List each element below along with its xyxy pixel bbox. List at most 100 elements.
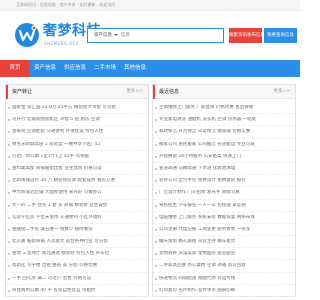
nav-item-second-hand[interactable]: 二手市场 [90,60,120,77]
list-item[interactable]: 高新区 写字楼 出租 整层 或 分割 价格优惠 [6,260,148,273]
list-item-link[interactable]: 宠物寄养 洗澡美容 宠物医院 疫苗驱虫 [159,251,289,257]
panel-title: 资产转让 [6,85,36,99]
bullet-icon [8,204,10,207]
list-item[interactable]: 婚庆策划 婚礼跟拍 司仪主持 婚车租赁 [153,236,295,249]
list-item[interactable]: 可开行 北城商圈宽松区 单套 5 层 厨房 空调 [6,114,148,127]
query-button[interactable]: 我要查询信息 [264,28,297,43]
list-item-link[interactable]: 商住两用公寓 40 平 投资自住皆宜 带租约 [12,288,142,294]
nav-item-label: 二手市场 [93,65,116,71]
list-item-link[interactable]: 高新区 写字楼 出租 整层 或 分割 价格优惠 [12,263,142,269]
site-logo[interactable]: 奢梦科技 SHEMENG.KEJI [14,22,101,48]
list-item[interactable]: 搬家公司 居民搬家 公司搬迁 长途搬运 专业可靠 [153,139,295,151]
list-item-link[interactable]: 婚庆策划 婚礼跟拍 司仪主持 婚车租赁 [159,239,289,245]
list-item-link[interactable]: 电脑维修 上门服务 系统安装 数据恢复 网络布线 [159,215,289,221]
bullet-icon [8,119,10,122]
list-item[interactable]: 北京路 临街商铺 人流量大 适合各种行业 可分割 [6,236,148,249]
list-item[interactable]: 家政保洁 开荒保洁 日常保洁 擦玻璃 价格实惠 [153,126,295,139]
list-item[interactable]: 广告设计制作 门头招牌 发光字 喷绘写真 [153,187,295,200]
panel-header: 资产转让 更多>> [6,85,148,99]
more-link[interactable]: 更多>> [273,85,290,99]
list-item[interactable]: 北新南城首付 30 万 精装修房源 配套成熟 看房方便 [6,175,148,188]
panel-title: 最近信息 [153,85,183,99]
list-item[interactable]: 金地 三室两厅 南北通透 精装修 拎包入住 带车位 [6,248,148,261]
nav-item-label: 首页 [9,65,21,71]
list-item[interactable]: 商住两用公寓 40 平 投资自住皆宜 带租约 [6,285,148,297]
list-item-link[interactable]: 管道疏通 马桶疏通 下水道 化粪池清理 [159,166,289,172]
list-item-link[interactable]: 打印复印 名片制作 宣传单页 画册印刷 [159,288,289,294]
bullet-icon [155,155,157,158]
list-item[interactable]: 财务东新城高层 2 房房型 一楼共享小区门口 [6,139,148,151]
list-item-link[interactable]: 可开行 北城商圈宽松区 单套 5 层 厨房 空调 [12,117,142,123]
nav-item-assets[interactable]: 资产信息 [30,60,60,77]
list-item-link[interactable]: 金科集美郡 商铺临街出售 业主急售 价格可谈 [12,166,142,172]
list-item[interactable]: 快递物流 同城配送 跑腿代办 货运专线 [153,273,295,285]
search-button-label: 搜索资讯发布信息 [229,33,265,38]
list-item-link[interactable]: 北新南城首付 30 万 精装修房源 配套成熟 看房方便 [12,178,142,184]
list-item-link[interactable]: 金泰苑 空调配套 交通便利 环境优美 拎包入住 [12,129,142,135]
list-item[interactable]: 公司注册 代理记账 工商变更 税务筹划 一条龙 [153,224,295,237]
bullet-icon [8,143,10,146]
query-button-label: 我要查询信息 [267,33,294,38]
list-item-link[interactable]: 广告设计制作 门头招牌 发光字 喷绘写真 [159,190,289,196]
list-item[interactable]: 驾校招生 学车报名 一人一车 包接送 拿证快 [153,200,295,212]
bullet-icon [155,131,157,134]
list-item-link[interactable]: 中大商城近店铺 大面积使用 采光好 可做办公 [12,190,142,196]
list-item-link[interactable]: 实验学区房 学位未使用 交通便利 小区环境好 [12,215,142,221]
bullet-icon [8,192,10,195]
bullet-icon [8,228,10,231]
list-item-link[interactable]: 万达广场公寓 1室1厅1卫 42平 有钥匙 [12,154,142,160]
nav-item-label: 其他信息 [123,65,146,71]
list-item[interactable]: 一手 回迁房 满二 可过户 急售 价格可议 [6,273,148,285]
nav-item-other[interactable]: 其他信息 [120,60,150,77]
more-link[interactable]: 更多>> [126,85,143,99]
list-item[interactable]: 二手家具回收 办公桌椅 空调 冰箱 高价回收 [153,260,295,273]
list-item[interactable]: 管道疏通 马桶疏通 下水道 化粪池清理 [153,163,295,176]
list-item-link[interactable]: 空调维修上门服务 厂家直销 价格优惠 售后保障 [159,105,289,111]
list-item[interactable]: 开锁换锁 24小时服务 公安备案 快速上门 [153,151,295,163]
bullet-icon [8,167,10,170]
list-item[interactable]: 空调维修上门服务 厂家直销 价格优惠 售后保障 [153,102,295,115]
chevron-down-icon [114,34,118,36]
list-item[interactable]: 电脑维修 上门服务 系统安装 数据恢复 网络布线 [153,212,295,224]
list-item[interactable]: 金融街二手房 满五唯一 税费少 随时看房 [6,224,148,237]
bullet-icon [155,216,157,219]
list-item-link[interactable]: 金地 三室两厅 南北通透 精装修 拎包入住 带车位 [12,251,142,257]
bullet-icon [155,167,157,170]
list-item[interactable]: 实验学区房 学位未使用 交通便利 小区环境好 [6,212,148,224]
list-item[interactable]: 中大商城近店铺 大面积使用 采光好 可做办公 [6,187,148,200]
list-item[interactable]: 万达广场公寓 1室1厅1卫 42平 有钥匙 [6,151,148,163]
search-button[interactable]: 搜索资讯发布信息 [229,28,265,43]
nav-item-home[interactable]: 首页 [0,60,30,77]
list-item-link[interactable]: 大一的 二手 住宅 1 套 东 商铺 精装修 业主诚售 [12,203,142,209]
asset-list: 国家金 深汇园 22.8万 25平方 精装修大单套 可贷款 可开行 北城商圈宽松区… [6,102,148,297]
list-item[interactable]: 金泰苑 空调配套 交通便利 环境优美 拎包入住 [6,126,148,139]
list-item-link[interactable]: 金融街二手房 满五唯一 税费少 随时看房 [12,227,142,233]
site-header: 奢梦科技 SHEMENG.KEJI 资产信息 搜索资讯发布信息 我要查询信息 [0,11,300,60]
list-item-link[interactable]: 一手 回迁房 满二 可过户 急售 价格可议 [12,276,142,282]
list-item-link[interactable]: 装修公司 全包半包 免费设计 免费量房 报价 [159,178,289,184]
nav-item-supply[interactable]: 供应信息 [60,60,90,77]
list-item-link[interactable]: 专业家电清洗 油烟机 洗衣机 空调 热水器 一站式 [159,117,289,123]
list-item-link[interactable]: 北京路 临街商铺 人流量大 适合各种行业 可分割 [12,239,142,245]
list-item[interactable]: 打印复印 名片制作 宣传单页 画册印刷 [153,285,295,297]
bullet-icon [155,119,157,122]
list-item-link[interactable]: 公司注册 代理记账 工商变更 税务筹划 一条龙 [159,227,289,233]
list-item[interactable]: 宠物寄养 洗澡美容 宠物医院 疫苗驱虫 [153,248,295,261]
list-item-link[interactable]: 快递物流 同城配送 跑腿代办 货运专线 [159,276,289,282]
list-item-link[interactable]: 财务东新城高层 2 房房型 一楼共享小区门口 [12,142,142,148]
list-item-link[interactable]: 开锁换锁 24小时服务 公安备案 快速上门 [159,154,289,160]
list-item-link[interactable]: 国家金 深汇园 22.8万 25平方 精装修大单套 可贷款 [12,105,142,111]
list-item[interactable]: 金科集美郡 商铺临街出售 业主急售 价格可谈 [6,163,148,176]
list-item[interactable]: 专业家电清洗 油烟机 洗衣机 空调 热水器 一站式 [153,114,295,127]
list-item[interactable]: 国家金 深汇园 22.8万 25平方 精装修大单套 可贷款 [6,102,148,115]
list-item-link[interactable]: 搬家公司 居民搬家 公司搬迁 长途搬运 专业可靠 [159,142,289,148]
bullet-icon [155,192,157,195]
list-item[interactable]: 装修公司 全包半包 免费设计 免费量房 报价 [153,175,295,188]
list-item[interactable]: 大一的 二手 住宅 1 套 东 商铺 精装修 业主诚售 [6,200,148,212]
search-category-select[interactable]: 资产信息 [94,33,112,39]
search-input[interactable] [121,31,191,40]
list-item-link[interactable]: 家政保洁 开荒保洁 日常保洁 擦玻璃 价格实惠 [159,129,289,135]
list-item-link[interactable]: 二手家具回收 办公桌椅 空调 冰箱 高价回收 [159,263,289,269]
nav-item-label: 供应信息 [63,65,86,71]
list-item-link[interactable]: 驾校招生 学车报名 一人一车 包接送 拿证快 [159,203,289,209]
